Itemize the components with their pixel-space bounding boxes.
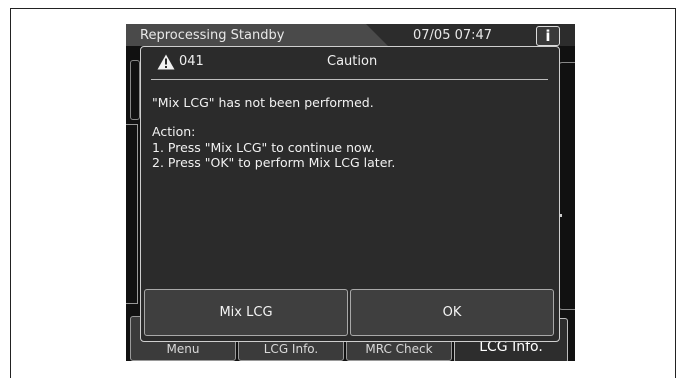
- error-code: 041: [179, 54, 204, 69]
- dialog-header: 041 Caution: [149, 52, 549, 74]
- ok-button[interactable]: OK: [350, 289, 554, 336]
- document-frame-left: [10, 8, 11, 378]
- screen-title: Reprocessing Standby: [140, 28, 285, 43]
- dialog-divider: [151, 79, 548, 80]
- dialog-message: "Mix LCG" has not been performed.: [152, 95, 374, 110]
- action-step: 2. Press "OK" to perform Mix LCG later.: [152, 155, 396, 170]
- side-panel-right: [558, 62, 575, 310]
- mix-lcg-button[interactable]: Mix LCG: [144, 289, 348, 336]
- side-panel-left-upper: [130, 60, 140, 120]
- status-header: Reprocessing Standby 07/05 07:47 i: [126, 24, 575, 46]
- warning-triangle-icon: [157, 54, 175, 70]
- info-icon[interactable]: i: [536, 26, 560, 46]
- date-time: 07/05 07:47: [413, 28, 493, 43]
- device-screen: Reprocessing Standby 07/05 07:47 i Menu …: [126, 24, 575, 361]
- document-frame-right: [675, 8, 676, 378]
- side-panel-left-lower: [126, 124, 138, 304]
- dialog-caption: Caution: [327, 54, 378, 69]
- caution-dialog: 041 Caution "Mix LCG" has not been perfo…: [140, 46, 560, 342]
- action-step: 1. Press "Mix LCG" to continue now.: [152, 140, 375, 155]
- document-frame-top: [10, 8, 676, 9]
- action-heading: Action:: [152, 124, 196, 139]
